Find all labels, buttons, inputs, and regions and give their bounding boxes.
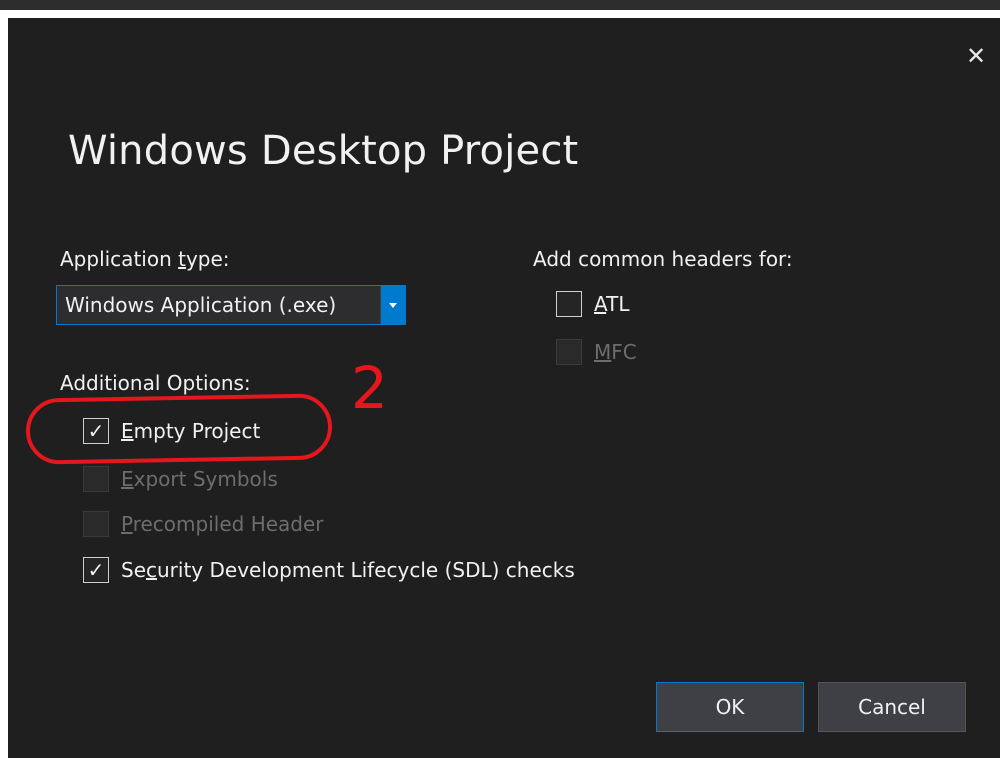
application-type-label-accel: t: [178, 247, 186, 271]
precompiled-header-checkbox-row: Precompiled Header: [83, 511, 324, 537]
mfc-label: MFC: [594, 340, 637, 364]
precompiled-header-checkbox: [83, 511, 109, 537]
cancel-button[interactable]: Cancel: [818, 682, 966, 732]
sdl-checks-label: Security Development Lifecycle (SDL) che…: [121, 558, 575, 582]
annotation-number: 2: [351, 354, 388, 422]
atl-checkbox[interactable]: [556, 291, 582, 317]
additional-options-label: Additional Options:: [60, 371, 251, 395]
application-type-select[interactable]: Windows Application (.exe): [56, 285, 406, 325]
sdl-checks-checkbox-row[interactable]: ✓ Security Development Lifecycle (SDL) c…: [83, 557, 575, 583]
annotation-circle: [25, 393, 333, 465]
sdl-checks-checkbox[interactable]: ✓: [83, 557, 109, 583]
dropdown-arrow-icon[interactable]: [380, 286, 405, 324]
atl-checkbox-row[interactable]: ATL: [556, 291, 630, 317]
mfc-checkbox: [556, 339, 582, 365]
common-headers-label: Add common headers for:: [533, 247, 793, 271]
checkmark-icon: ✓: [87, 558, 105, 582]
dialog-title: Windows Desktop Project: [68, 128, 579, 174]
atl-label: ATL: [594, 292, 630, 316]
windows-desktop-project-dialog: ✕ Windows Desktop Project Application ty…: [8, 18, 1000, 758]
application-type-label-after: ype:: [185, 247, 230, 271]
export-symbols-checkbox: [83, 466, 109, 492]
export-symbols-label: Export Symbols: [121, 467, 278, 491]
export-symbols-checkbox-row: Export Symbols: [83, 466, 278, 492]
precompiled-header-label: Precompiled Header: [121, 512, 324, 536]
mfc-checkbox-row: MFC: [556, 339, 637, 365]
application-type-value: Windows Application (.exe): [65, 293, 337, 317]
application-type-label-before: Application: [60, 247, 179, 271]
application-type-label: Application type:: [60, 247, 230, 271]
ok-button[interactable]: OK: [656, 682, 804, 732]
window-top-edge: [0, 0, 1000, 10]
close-icon[interactable]: ✕: [962, 42, 990, 70]
